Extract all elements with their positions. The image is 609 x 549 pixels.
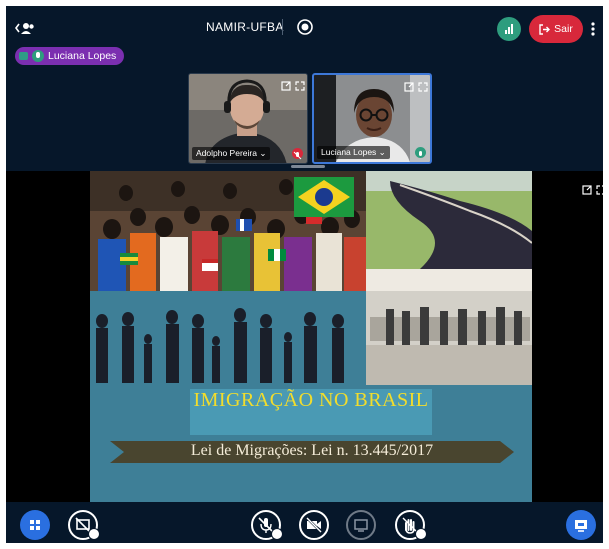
more-vertical-icon[interactable]: [588, 20, 598, 38]
popout-icon[interactable]: [582, 182, 592, 195]
users-icon[interactable]: [14, 20, 36, 36]
talking-user-name: Luciana Lopes: [48, 50, 117, 62]
popout-icon[interactable]: [404, 79, 414, 92]
fullscreen-icon[interactable]: [596, 182, 603, 195]
popout-icon[interactable]: [281, 78, 291, 91]
video-tile-luciana[interactable]: Luciana Lopes ⌄: [312, 73, 432, 164]
mic-talking-icon: [415, 147, 426, 158]
mic-talking-icon: [32, 50, 44, 62]
participant-name-tag[interactable]: Adolpho Pereira ⌄: [192, 147, 271, 160]
chevron-down-icon: [271, 528, 283, 540]
bottom-controls: [6, 502, 603, 543]
fullscreen-icon[interactable]: [418, 79, 428, 92]
talking-square-icon: [19, 52, 28, 60]
chevron-down-icon: ⌄: [378, 147, 386, 157]
presentation-slide: IMIGRAÇÃO NO BRASIL Lei de Migrações: Le…: [90, 171, 532, 502]
participant-name-tag[interactable]: Luciana Lopes ⌄: [317, 146, 390, 159]
mic-off-icon[interactable]: [251, 510, 283, 540]
presentation-restore-icon[interactable]: [566, 510, 596, 540]
mic-muted-icon: [292, 148, 303, 160]
video-tile-adolpho[interactable]: Adolpho Pereira ⌄: [188, 73, 308, 164]
signal-icon[interactable]: [497, 17, 521, 41]
chevron-down-icon: [415, 528, 427, 540]
participant-name: Adolpho Pereira: [196, 148, 257, 158]
meeting-title: NAMIR-UFBA: [206, 20, 284, 34]
top-bar: NAMIR-UFBA Sair: [6, 6, 603, 50]
presentation-area: IMIGRAÇÃO NO BRASIL Lei de Migrações: Le…: [6, 171, 603, 502]
actions-icon[interactable]: [20, 510, 50, 540]
exit-icon: [539, 23, 551, 35]
title-divider: [282, 19, 283, 35]
chevron-down-icon: ⌄: [259, 148, 267, 158]
leave-label: Sair: [554, 23, 573, 35]
resize-handle[interactable]: [291, 165, 325, 168]
participant-name: Luciana Lopes: [321, 147, 377, 157]
chevron-down-icon: [88, 528, 100, 540]
talking-indicator[interactable]: Luciana Lopes: [15, 47, 125, 65]
conference-window: NAMIR-UFBA Sair Luciana Lopes Adolpho Pe…: [6, 6, 603, 543]
slide-title: IMIGRAÇÃO NO BRASIL: [193, 389, 429, 411]
slide-subtitle: Lei de Migrações: Lei n. 13.445/2017: [190, 442, 434, 459]
screen-share-off-icon[interactable]: [68, 510, 100, 540]
share-screen-icon[interactable]: [346, 510, 376, 540]
fullscreen-icon[interactable]: [295, 78, 305, 91]
camera-off-icon[interactable]: [299, 510, 329, 540]
leave-button[interactable]: Sair: [529, 15, 583, 43]
raise-hand-off-icon[interactable]: [395, 510, 427, 540]
record-icon[interactable]: [296, 18, 314, 36]
